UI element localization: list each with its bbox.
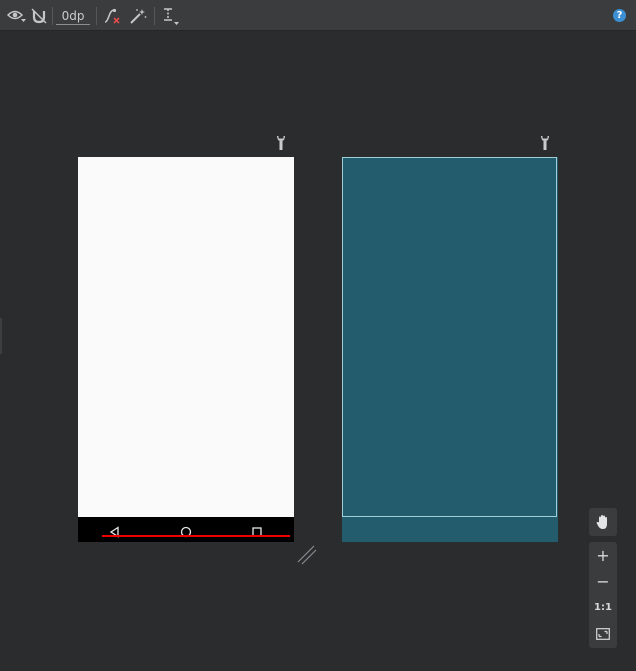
resize-handle-icon[interactable] [297, 545, 317, 565]
back-triangle-icon [109, 523, 121, 538]
magic-wand-icon[interactable] [129, 6, 147, 26]
toolbar-separator [154, 7, 155, 25]
default-margin-field[interactable]: 0dp [56, 8, 90, 25]
guidelines-icon[interactable] [162, 6, 180, 26]
recents-square-icon [251, 523, 263, 537]
zoom-out-button[interactable]: − [589, 571, 617, 593]
blueprint-screen-outline [342, 157, 557, 517]
wrench-icon[interactable] [539, 135, 551, 151]
pan-hand-icon[interactable] [589, 511, 617, 533]
pan-tool-panel [589, 508, 617, 536]
blueprint-surface[interactable] [342, 157, 558, 542]
design-preview-surface[interactable] [78, 157, 294, 542]
zoom-controls-panel: + − 1:1 [589, 542, 617, 648]
view-options-eye-icon[interactable] [7, 6, 27, 26]
navigation-bar-selection-line [102, 535, 290, 537]
toolbar-separator [96, 7, 97, 25]
zoom-actual-size-button[interactable]: 1:1 [589, 597, 617, 619]
clear-constraints-icon[interactable] [103, 6, 121, 26]
help-icon[interactable]: ? [613, 9, 626, 22]
left-edge-handle[interactable] [0, 318, 2, 354]
home-circle-icon [180, 523, 192, 538]
zoom-to-fit-icon[interactable] [589, 623, 617, 645]
navigation-bar [78, 517, 294, 542]
layout-editor-toolbar: 0dp ? [0, 0, 636, 31]
toolbar-separator [52, 7, 53, 25]
wrench-icon[interactable] [275, 135, 287, 151]
zoom-in-button[interactable]: + [589, 545, 617, 567]
autoconnect-off-magnet-icon[interactable] [31, 6, 47, 26]
